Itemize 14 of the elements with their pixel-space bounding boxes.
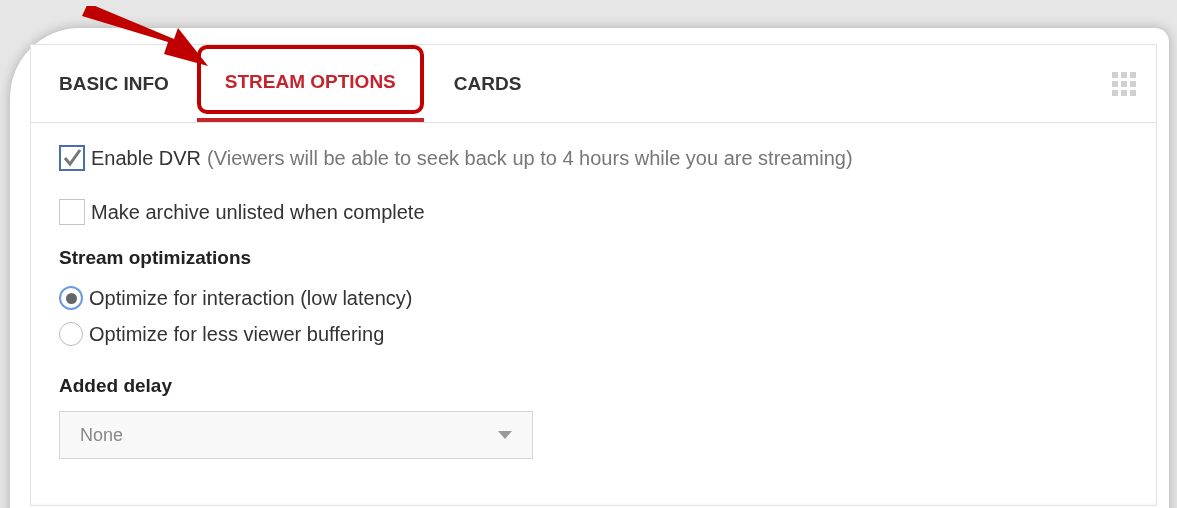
- checkbox[interactable]: [59, 199, 85, 225]
- radio-button[interactable]: [59, 286, 83, 310]
- checkbox-label: Make archive unlisted when complete: [91, 200, 425, 224]
- tab[interactable]: BASIC INFO: [59, 45, 169, 122]
- checkbox-label: Enable DVR: [91, 146, 202, 170]
- caret-icon: [498, 431, 512, 439]
- section-heading: Stream optimizations: [59, 247, 253, 269]
- tab[interactable]: CARDS: [453, 45, 552, 122]
- checkbox[interactable]: [59, 145, 85, 171]
- radio-label: Optimize for interaction (low latency): [89, 286, 413, 310]
- radio-label: Optimize for less viewer buffering: [89, 322, 385, 346]
- apps-grid-icon[interactable]: [1112, 71, 1136, 96]
- section-heading: Added delay: [59, 375, 173, 397]
- hint-text: (Viewers will be able to seek back up to 4 hours while you are streaming): [207, 146, 853, 170]
